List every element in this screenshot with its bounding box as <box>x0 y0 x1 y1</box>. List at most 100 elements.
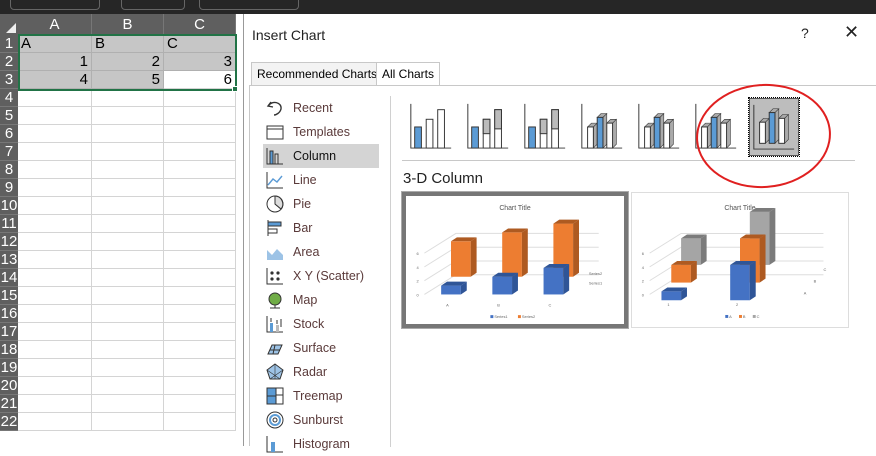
cell[interactable] <box>92 161 164 179</box>
cell[interactable] <box>18 377 92 395</box>
close-button[interactable]: ✕ <box>844 22 859 43</box>
row-header-7[interactable]: 7 <box>0 143 18 161</box>
cell[interactable] <box>164 395 236 413</box>
cell[interactable] <box>18 215 92 233</box>
cell[interactable] <box>164 269 236 287</box>
row-header-2[interactable]: 2 <box>0 53 18 71</box>
cell[interactable] <box>18 197 92 215</box>
subtype-3d-stacked-column[interactable] <box>635 98 685 156</box>
category-line[interactable]: Line <box>263 168 379 192</box>
row-header-10[interactable]: 10 <box>0 197 18 215</box>
category-column[interactable]: Column <box>263 144 379 168</box>
row-header-16[interactable]: 16 <box>0 305 18 323</box>
category-templates[interactable]: Templates <box>263 120 379 144</box>
row-header-8[interactable]: 8 <box>0 161 18 179</box>
row-header-18[interactable]: 18 <box>0 341 18 359</box>
category-radar[interactable]: Radar <box>263 360 379 384</box>
cell[interactable] <box>164 179 236 197</box>
cell[interactable] <box>18 287 92 305</box>
category-map[interactable]: Map <box>263 288 379 312</box>
row-header-19[interactable]: 19 <box>0 359 18 377</box>
cell[interactable] <box>164 341 236 359</box>
cell[interactable] <box>164 107 236 125</box>
ribbon-button[interactable] <box>199 0 299 10</box>
cell[interactable]: 4 <box>18 71 92 89</box>
row-header-9[interactable]: 9 <box>0 179 18 197</box>
help-button[interactable]: ? <box>801 25 809 41</box>
category-sunburst[interactable]: Sunburst <box>263 408 379 432</box>
cell[interactable]: C <box>164 35 236 53</box>
column-header-B[interactable]: B <box>92 14 164 35</box>
cell[interactable] <box>92 287 164 305</box>
tab-recommended-charts[interactable]: Recommended Charts <box>251 62 384 85</box>
row-header-15[interactable]: 15 <box>0 287 18 305</box>
cell[interactable] <box>92 359 164 377</box>
cell[interactable] <box>92 413 164 431</box>
chart-preview-1[interactable]: Chart Title 0 2 4 6 A B C Series1 Series1 Series2 S… <box>401 191 629 329</box>
cell[interactable] <box>164 197 236 215</box>
cell[interactable]: 6 <box>164 71 236 89</box>
cell[interactable] <box>92 143 164 161</box>
cell[interactable] <box>18 395 92 413</box>
subtype-3d-clustered-column[interactable] <box>578 98 628 156</box>
cell[interactable] <box>92 323 164 341</box>
row-header-20[interactable]: 20 <box>0 377 18 395</box>
row-header-17[interactable]: 17 <box>0 323 18 341</box>
cell[interactable] <box>164 323 236 341</box>
cell[interactable] <box>18 179 92 197</box>
category-area[interactable]: Area <box>263 240 379 264</box>
subtype-3d-100-stacked-column[interactable] <box>692 98 742 156</box>
column-header-A[interactable]: A <box>18 14 92 35</box>
cell[interactable] <box>164 413 236 431</box>
cell[interactable] <box>164 305 236 323</box>
category-pie[interactable]: Pie <box>263 192 379 216</box>
cell[interactable] <box>18 125 92 143</box>
cell[interactable]: B <box>92 35 164 53</box>
cell[interactable]: 5 <box>92 71 164 89</box>
cell[interactable] <box>18 161 92 179</box>
cell[interactable] <box>92 197 164 215</box>
row-header-1[interactable]: 1 <box>0 35 18 53</box>
subtype-3d-column[interactable] <box>748 97 800 157</box>
cell[interactable]: 1 <box>18 53 92 71</box>
category-stock[interactable]: Stock <box>263 312 379 336</box>
cell[interactable] <box>92 125 164 143</box>
category-x-y-scatter[interactable]: X Y (Scatter) <box>263 264 379 288</box>
cell[interactable] <box>164 215 236 233</box>
row-header-12[interactable]: 12 <box>0 233 18 251</box>
cell[interactable] <box>164 251 236 269</box>
subtype-stacked-column[interactable] <box>464 98 514 156</box>
cell[interactable] <box>92 269 164 287</box>
cell[interactable] <box>92 179 164 197</box>
cell[interactable] <box>18 413 92 431</box>
cell[interactable] <box>164 377 236 395</box>
category-surface[interactable]: Surface <box>263 336 379 360</box>
tab-all-charts[interactable]: All Charts <box>376 62 441 86</box>
cell[interactable] <box>92 377 164 395</box>
cell[interactable] <box>18 233 92 251</box>
cell[interactable] <box>164 287 236 305</box>
cell[interactable] <box>92 251 164 269</box>
category-histogram[interactable]: Histogram <box>263 432 379 456</box>
cell[interactable] <box>164 125 236 143</box>
chart-preview-2[interactable]: Chart Title 0 2 4 6 1 2 A A B B C C <box>631 192 849 328</box>
cell[interactable] <box>164 233 236 251</box>
row-header-22[interactable]: 22 <box>0 413 18 431</box>
category-recent[interactable]: Recent <box>263 96 379 120</box>
cell[interactable] <box>92 341 164 359</box>
cell[interactable] <box>164 161 236 179</box>
row-header-13[interactable]: 13 <box>0 251 18 269</box>
row-header-6[interactable]: 6 <box>0 125 18 143</box>
row-header-11[interactable]: 11 <box>0 215 18 233</box>
row-header-21[interactable]: 21 <box>0 395 18 413</box>
category-treemap[interactable]: Treemap <box>263 384 379 408</box>
column-header-C[interactable]: C <box>164 14 236 35</box>
cell[interactable] <box>18 359 92 377</box>
select-all-button[interactable] <box>0 14 18 35</box>
ribbon-button[interactable] <box>121 0 185 10</box>
cell[interactable] <box>92 89 164 107</box>
cell[interactable] <box>18 269 92 287</box>
cell[interactable] <box>18 323 92 341</box>
row-header-14[interactable]: 14 <box>0 269 18 287</box>
cell[interactable] <box>164 359 236 377</box>
